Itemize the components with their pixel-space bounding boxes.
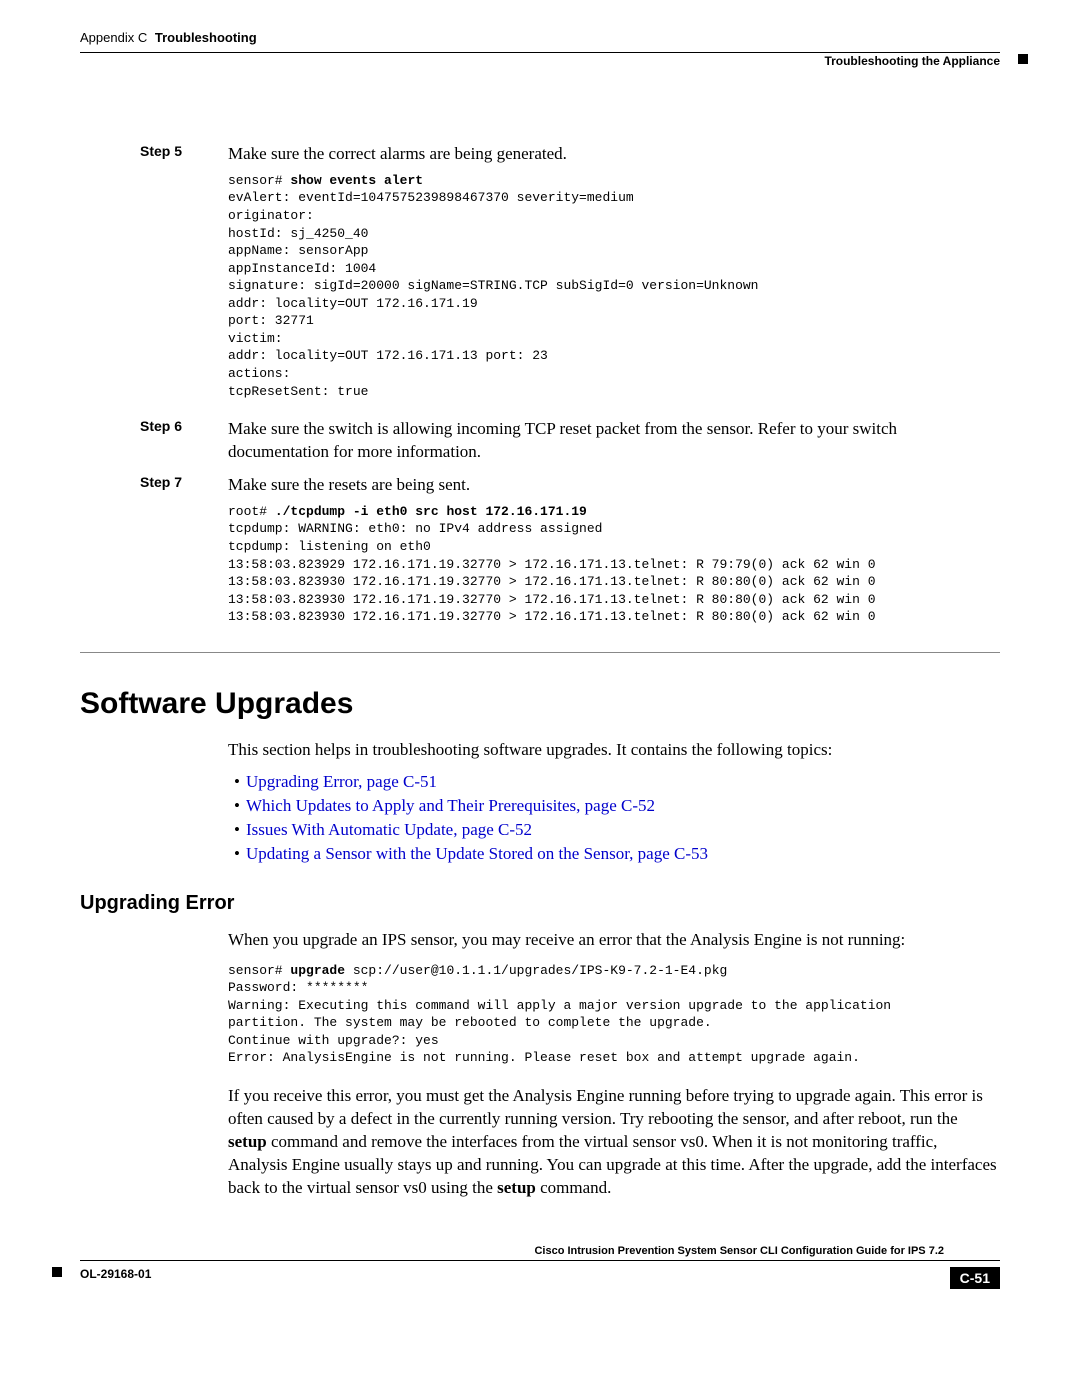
setup-cmd: setup [497,1178,536,1197]
code-body: evAlert: eventId=1047575239898467370 sev… [228,190,759,398]
link-upgrading-error[interactable]: Upgrading Error, page C-51 [246,772,437,792]
link-which-updates[interactable]: Which Updates to Apply and Their Prerequ… [246,796,655,816]
link-updating-sensor[interactable]: Updating a Sensor with the Update Stored… [246,844,708,864]
step-6: Step 6 Make sure the switch is allowing … [80,418,1000,464]
code-body: Password: ******** Warning: Executing th… [228,980,891,1065]
sub-p2: If you receive this error, you must get … [228,1085,1000,1200]
step-6-text: Make sure the switch is allowing incomin… [228,418,1000,464]
bullet-icon: • [228,844,246,864]
step-5-code: sensor# show events alert evAlert: event… [228,172,1000,400]
step-7: Step 7 Make sure the resets are being se… [80,474,1000,497]
step-7-code: root# ./tcpdump -i eth0 src host 172.16.… [228,503,1000,626]
footer-square-icon [52,1267,62,1277]
p2-c: command. [536,1178,612,1197]
bullet-icon: • [228,772,246,792]
subsection-heading: Upgrading Error [80,892,1000,915]
p2-a: If you receive this error, you must get … [228,1086,983,1128]
step-7-label: Step 7 [140,474,228,490]
p2-b: command and remove the interfaces from t… [228,1132,997,1197]
setup-cmd: setup [228,1132,267,1151]
appendix-title: Troubleshooting [155,30,257,45]
bullet-icon: • [228,796,246,816]
code-prompt: root# [228,504,275,519]
link-auto-update[interactable]: Issues With Automatic Update, page C-52 [246,820,532,840]
code-prompt: sensor# [228,173,290,188]
page-header: Appendix C Troubleshooting Troubleshooti… [80,30,1000,53]
sub-p1: When you upgrade an IPS sensor, you may … [228,929,1000,952]
page-footer: Cisco Intrusion Prevention System Sensor… [80,1260,1000,1301]
step-5-text: Make sure the correct alarms are being g… [228,143,1000,166]
appendix-label: Appendix C [80,30,147,45]
code-command: show events alert [290,173,423,188]
header-left: Appendix C Troubleshooting [80,30,257,45]
code-prompt: sensor# [228,963,290,978]
section-divider [80,652,1000,653]
step-5-label: Step 5 [140,143,228,159]
step-7-text: Make sure the resets are being sent. [228,474,1000,497]
code-arg: scp://user@10.1.1.1/upgrades/IPS-K9-7.2-… [345,963,727,978]
code-body: tcpdump: WARNING: eth0: no IPv4 address … [228,521,876,624]
code-command: upgrade [290,963,345,978]
step-6-label: Step 6 [140,418,228,434]
footer-guide: Cisco Intrusion Prevention System Sensor… [528,1245,950,1257]
step-5: Step 5 Make sure the correct alarms are … [80,143,1000,166]
header-section: Troubleshooting the Appliance [824,54,1000,68]
page-number: C-51 [950,1267,1000,1289]
bullet-icon: • [228,820,246,840]
header-square-icon [1018,54,1028,64]
section-intro: This section helps in troubleshooting so… [228,739,1000,762]
section-heading: Software Upgrades [80,687,1000,721]
upgrade-code: sensor# upgrade scp://user@10.1.1.1/upgr… [228,962,1000,1067]
section-links: •Upgrading Error, page C-51 •Which Updat… [228,772,1000,864]
code-command: ./tcpdump -i eth0 src host 172.16.171.19 [275,504,587,519]
footer-ol: OL-29168-01 [80,1267,151,1281]
